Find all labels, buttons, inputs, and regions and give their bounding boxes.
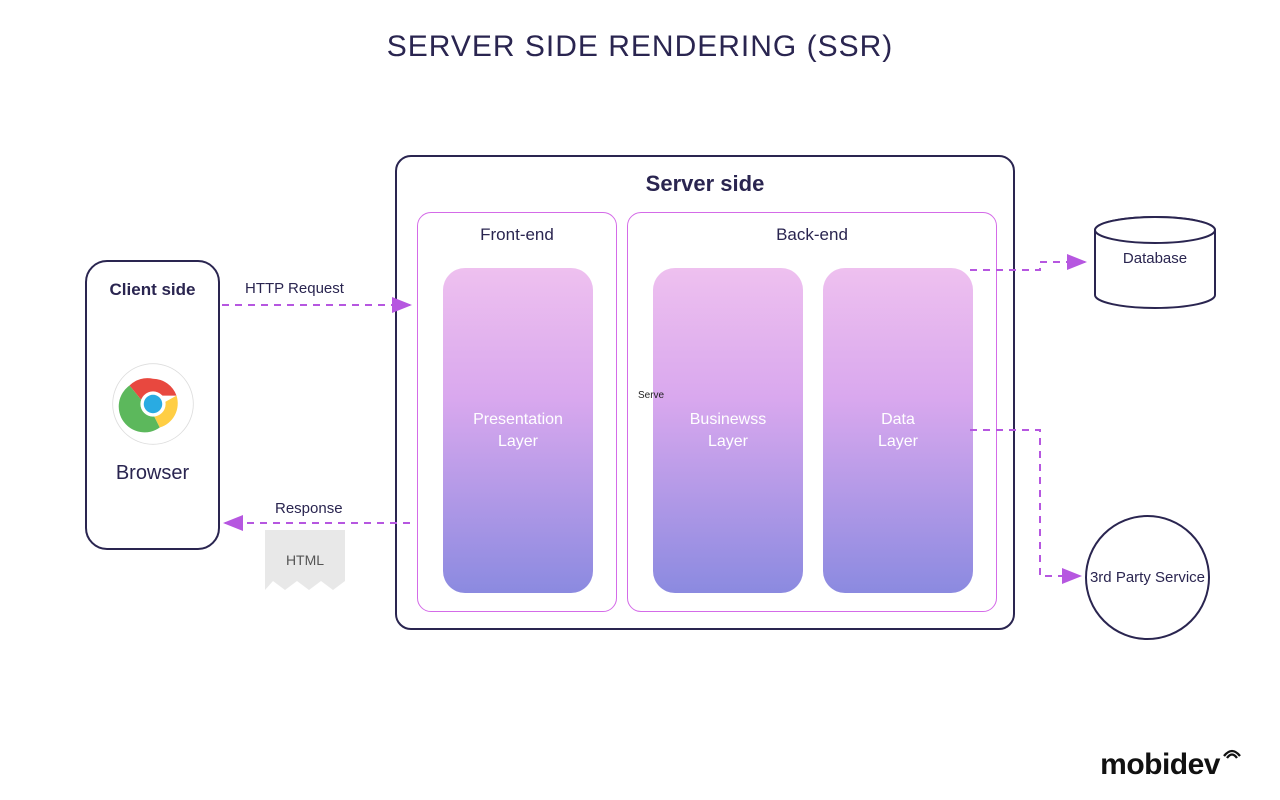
- chrome-icon: [111, 362, 195, 451]
- presentation-layer: PresentationLayer: [443, 268, 593, 593]
- logo-text: mobidev: [1100, 748, 1220, 781]
- third-party-shape: 3rd Party Service: [1085, 515, 1210, 640]
- business-layer: BusinewssLayer: [653, 268, 803, 593]
- server-side-box: Server side Front-end PresentationLayer …: [395, 155, 1015, 630]
- server-side-title: Server side: [397, 171, 1013, 197]
- diagram-title: SERVER SIDE RENDERING (SSR): [0, 30, 1280, 64]
- backend-box: Back-end BusinewssLayer DataLayer: [627, 212, 997, 612]
- data-layer: DataLayer: [823, 268, 973, 593]
- client-side-box: Client side Browser: [85, 260, 220, 550]
- third-party-label: 3rd Party Service: [1090, 568, 1205, 588]
- frontend-title: Front-end: [418, 225, 616, 245]
- response-label: Response: [275, 500, 343, 517]
- http-request-label: HTTP Request: [245, 280, 344, 297]
- backend-title: Back-end: [628, 225, 996, 245]
- html-note: HTML: [265, 530, 345, 590]
- wifi-icon: [1222, 734, 1242, 768]
- client-side-title: Client side: [87, 280, 218, 300]
- mobidev-logo: mobidev: [1100, 748, 1240, 782]
- serve-tiny-label: Serve: [638, 390, 664, 401]
- frontend-box: Front-end PresentationLayer: [417, 212, 617, 612]
- browser-label: Browser: [87, 462, 218, 485]
- database-label: Database: [1090, 250, 1220, 267]
